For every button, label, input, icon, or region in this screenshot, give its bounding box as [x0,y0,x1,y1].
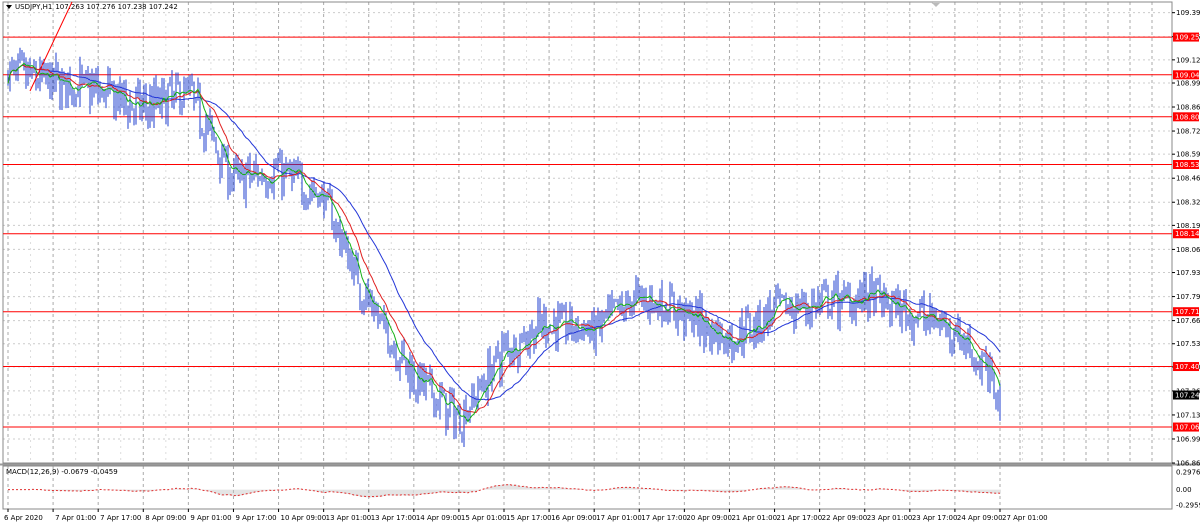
price-tick-label: 107.130 [1176,411,1200,419]
price-chart[interactable]: 109.390109.255109.125108.995108.860108.7… [0,0,1200,527]
time-label: 14 Apr 09:00 [416,514,462,522]
time-label: 9 Apr 01:00 [190,514,231,522]
price-tick-label: 106.860 [1176,460,1200,468]
macd-header: MACD(12,26,9) -0.0679 -0.0459 [6,468,118,476]
macd-tick-label: 0.00 [1176,486,1192,494]
price-tick-label: 109.125 [1176,56,1200,64]
macd-tick-label: -0.2959 [1176,502,1200,510]
time-label: 15 Apr 01:00 [461,514,507,522]
price-tick-label: 109.390 [1176,9,1200,17]
time-label: 15 Apr 17:00 [506,514,552,522]
time-label: 21 Apr 01:00 [731,514,777,522]
price-tick-label: 107.930 [1176,269,1200,277]
level-price-label: 108.537 [1175,161,1200,169]
level-price-label: 107.062 [1175,424,1200,432]
time-label: 17 Apr 01:00 [596,514,642,522]
time-label: 16 Apr 09:00 [551,514,597,522]
time-label: 10 Apr 09:00 [281,514,327,522]
time-label: 17 Apr 17:00 [641,514,687,522]
price-tick-label: 108.595 [1176,151,1200,159]
time-label: 9 Apr 17:00 [235,514,276,522]
time-label: 24 Apr 09:00 [957,514,1003,522]
time-label: 20 Apr 09:00 [686,514,732,522]
price-tick-label: 108.860 [1176,104,1200,112]
price-tick-label: 108.995 [1176,79,1200,87]
price-tick-label: 107.660 [1176,317,1200,325]
time-label: 13 Apr 01:00 [326,514,372,522]
time-label: 21 Apr 17:00 [777,514,823,522]
time-label: 8 Apr 09:00 [145,514,186,522]
price-tick-label: 108.195 [1176,222,1200,230]
price-tick-label: 108.460 [1176,175,1200,183]
time-label: 6 Apr 2020 [4,514,43,522]
macd-pane-frame [2,465,1173,510]
level-price-label: 108.805 [1175,113,1200,121]
price-tick-label: 107.795 [1176,293,1200,301]
ohlc-values: 107.263 107.276 107.238 107.242 [55,3,178,11]
price-tick-label: 107.530 [1176,340,1200,348]
price-tick-label: 106.995 [1176,435,1200,443]
price-tick-label: 108.725 [1176,128,1200,136]
time-label: 23 Apr 17:00 [912,514,958,522]
symbol-label: USDJPY,H1 [15,3,53,11]
time-label: 23 Apr 01:00 [867,514,913,522]
time-label: 13 Apr 17:00 [371,514,417,522]
level-price-label: 107.710 [1175,308,1200,316]
level-price-label: 108.148 [1175,230,1200,238]
level-price-label: 107.402 [1175,363,1200,371]
symbol-header[interactable]: USDJPY,H1 107.263 107.276 107.238 107.24… [6,3,178,11]
price-tick-label: 108.060 [1176,246,1200,254]
macd-values: -0.0679 -0.0459 [61,468,118,476]
macd-label: MACD(12,26,9) [6,468,60,476]
macd-tick-label: 0.2976 [1176,469,1200,477]
trading-chart-window: 109.390109.255109.125108.995108.860108.7… [0,0,1200,527]
current-price-label: 107.242 [1175,392,1200,400]
scroll-marker-icon [932,3,940,7]
main-pane-frame [2,1,1173,464]
price-tick-label: 108.325 [1176,199,1200,207]
time-label: 7 Apr 17:00 [100,514,141,522]
level-price-label: 109.253 [1175,34,1200,42]
level-price-label: 109.041 [1175,71,1200,79]
collapse-arrow-icon[interactable] [6,5,12,9]
time-label: 27 Apr 01:00 [1002,514,1048,522]
time-label: 22 Apr 09:00 [822,514,868,522]
time-label: 7 Apr 01:00 [55,514,96,522]
